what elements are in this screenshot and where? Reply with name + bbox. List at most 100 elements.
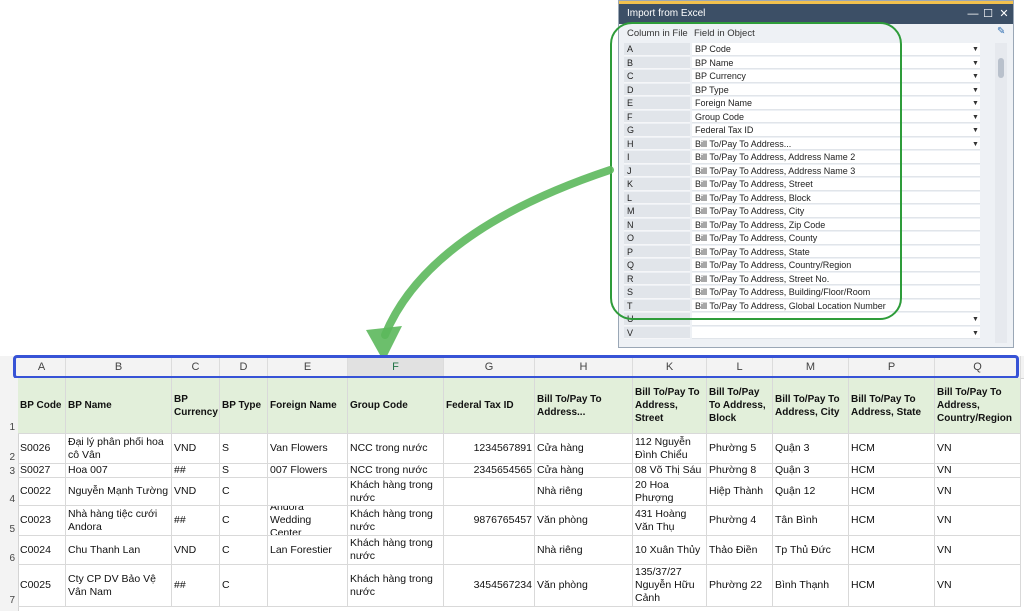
header-cell[interactable]: Bill To/Pay To Address, Country/Region: [935, 378, 1021, 434]
table-cell[interactable]: HCM: [849, 536, 935, 565]
table-cell[interactable]: Andora Wedding Center: [268, 506, 348, 536]
table-cell[interactable]: [444, 536, 535, 565]
table-cell[interactable]: VND: [172, 434, 220, 464]
table-cell[interactable]: Đại lý phân phối hoa cô Vân: [66, 434, 172, 464]
header-cell[interactable]: Bill To/Pay To Address, State: [849, 378, 935, 434]
table-cell[interactable]: C0024: [18, 536, 66, 565]
row-number[interactable]: 3: [0, 466, 18, 477]
table-cell[interactable]: Văn phòng: [535, 506, 633, 536]
table-cell[interactable]: Hoa 007: [66, 464, 172, 478]
row-number[interactable]: 4: [0, 494, 18, 505]
table-cell[interactable]: Phường 8: [707, 464, 773, 478]
table-cell[interactable]: Thảo Điền: [707, 536, 773, 565]
table-cell[interactable]: NCC trong nước: [348, 464, 444, 478]
table-cell[interactable]: Cty CP DV Bảo Vệ Vân Nam: [66, 565, 172, 607]
table-cell[interactable]: Khách hàng trong nước: [348, 565, 444, 607]
table-cell[interactable]: [444, 478, 535, 506]
table-cell[interactable]: Phường 4: [707, 506, 773, 536]
table-cell[interactable]: Bình Thạnh: [773, 565, 849, 607]
table-cell[interactable]: VN: [935, 464, 1021, 478]
table-cell[interactable]: S: [220, 464, 268, 478]
table-cell[interactable]: 431 Hoàng Văn Thụ: [633, 506, 707, 536]
table-cell[interactable]: S0027: [18, 464, 66, 478]
table-cell[interactable]: VN: [935, 565, 1021, 607]
table-cell[interactable]: Lan Forestier: [268, 536, 348, 565]
table-cell[interactable]: HCM: [849, 464, 935, 478]
table-cell[interactable]: 112 Nguyễn Đình Chiểu: [633, 434, 707, 464]
table-cell[interactable]: Nguyễn Mạnh Tường: [66, 478, 172, 506]
table-cell[interactable]: 007 Flowers: [268, 464, 348, 478]
table-cell[interactable]: Khách hàng trong nước: [348, 478, 444, 506]
header-cell[interactable]: Bill To/Pay To Address, City: [773, 378, 849, 434]
table-cell[interactable]: 135/37/27 Nguyễn Hữu Cảnh: [633, 565, 707, 607]
header-cell[interactable]: Federal Tax ID: [444, 378, 535, 434]
table-cell[interactable]: VN: [935, 506, 1021, 536]
table-cell[interactable]: 10 Xuân Thủy: [633, 536, 707, 565]
header-cell[interactable]: Group Code: [348, 378, 444, 434]
table-cell[interactable]: Nhà hàng tiệc cưới Andora: [66, 506, 172, 536]
table-cell[interactable]: Quận 3: [773, 464, 849, 478]
row-number[interactable]: 1: [0, 422, 18, 433]
header-cell[interactable]: Bill To/Pay To Address, Street: [633, 378, 707, 434]
table-cell[interactable]: HCM: [849, 506, 935, 536]
table-cell[interactable]: 1234567891: [444, 434, 535, 464]
table-cell[interactable]: 3454567234: [444, 565, 535, 607]
table-cell[interactable]: 9876765457: [444, 506, 535, 536]
header-cell[interactable]: Bill To/Pay To Address...: [535, 378, 633, 434]
table-cell[interactable]: Phường 5: [707, 434, 773, 464]
table-cell[interactable]: C: [220, 478, 268, 506]
table-cell[interactable]: VN: [935, 536, 1021, 565]
table-cell[interactable]: [268, 478, 348, 506]
table-cell[interactable]: VND: [172, 536, 220, 565]
table-cell[interactable]: Nhà riêng: [535, 536, 633, 565]
table-cell[interactable]: HCM: [849, 434, 935, 464]
table-cell[interactable]: Cửa hàng: [535, 464, 633, 478]
table-cell[interactable]: VN: [935, 434, 1021, 464]
header-cell[interactable]: BP Type: [220, 378, 268, 434]
table-cell[interactable]: ##: [172, 464, 220, 478]
table-cell[interactable]: Nhà riêng: [535, 478, 633, 506]
header-cell[interactable]: Bill To/Pay To Address, Block: [707, 378, 773, 434]
table-cell[interactable]: C: [220, 565, 268, 607]
table-cell[interactable]: S: [220, 434, 268, 464]
table-cell[interactable]: NCC trong nước: [348, 434, 444, 464]
table-cell[interactable]: Chu Thanh Lan: [66, 536, 172, 565]
table-cell[interactable]: ##: [172, 565, 220, 607]
table-cell[interactable]: 08 Võ Thị Sáu: [633, 464, 707, 478]
row-number[interactable]: 7: [0, 595, 18, 606]
header-cell[interactable]: BP Currency: [172, 378, 220, 434]
table-cell[interactable]: C: [220, 536, 268, 565]
table-cell[interactable]: VND: [172, 478, 220, 506]
table-cell[interactable]: HCM: [849, 478, 935, 506]
header-cell[interactable]: Foreign Name: [268, 378, 348, 434]
table-cell[interactable]: Van Flowers: [268, 434, 348, 464]
table-cell[interactable]: S0026: [18, 434, 66, 464]
table-cell[interactable]: VN: [935, 478, 1021, 506]
header-cell[interactable]: BP Name: [66, 378, 172, 434]
table-cell[interactable]: Khách hàng trong nước: [348, 506, 444, 536]
row-number[interactable]: 6: [0, 553, 18, 564]
row-number-column: 1 2 3 4 5 6 7: [0, 378, 19, 611]
table-cell[interactable]: Hiệp Thành: [707, 478, 773, 506]
header-cell[interactable]: BP Code: [18, 378, 66, 434]
row-number[interactable]: 5: [0, 524, 18, 535]
table-cell[interactable]: Cửa hàng: [535, 434, 633, 464]
table-cell[interactable]: Văn phòng: [535, 565, 633, 607]
table-cell[interactable]: C0023: [18, 506, 66, 536]
table-cell[interactable]: C: [220, 506, 268, 536]
table-cell[interactable]: C0025: [18, 565, 66, 607]
table-cell[interactable]: Quận 12: [773, 478, 849, 506]
table-cell[interactable]: 2345654565: [444, 464, 535, 478]
table-cell[interactable]: Khách hàng trong nước: [348, 536, 444, 565]
table-cell[interactable]: C0022: [18, 478, 66, 506]
table-cell[interactable]: ##: [172, 506, 220, 536]
row-number[interactable]: 2: [0, 452, 18, 463]
table-cell[interactable]: Tp Thủ Đức: [773, 536, 849, 565]
table-cell[interactable]: Phường 22: [707, 565, 773, 607]
column-header-highlight-frame: [13, 355, 1019, 379]
table-cell[interactable]: HCM: [849, 565, 935, 607]
table-cell[interactable]: [268, 565, 348, 607]
table-cell[interactable]: Tân Bình: [773, 506, 849, 536]
table-cell[interactable]: Quận 3: [773, 434, 849, 464]
table-cell[interactable]: 20 Hoa Phượng: [633, 478, 707, 506]
